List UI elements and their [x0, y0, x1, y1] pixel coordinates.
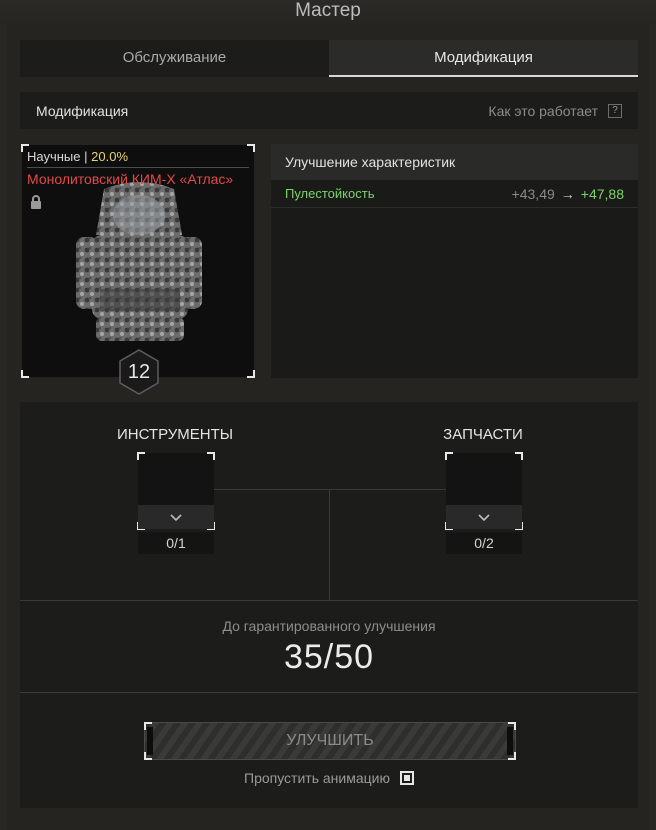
improve-button-label: УЛУЧШИТЬ: [286, 732, 374, 749]
how-it-works-link[interactable]: Как это работает ?: [488, 103, 622, 119]
stats-header: Улучшение характеристик: [271, 144, 638, 180]
stat-old-value: +43,49: [511, 185, 555, 202]
stats-panel: Улучшение характеристик Пулестойкость +4…: [271, 144, 638, 378]
skip-animation-label: Пропустить анимацию: [244, 770, 390, 786]
divider: [20, 692, 638, 693]
button-cap: [147, 727, 153, 755]
parts-title: ЗАПЧАСТИ: [443, 426, 523, 443]
tab-modification[interactable]: Модификация: [329, 40, 638, 77]
arrow-right-icon: →: [560, 185, 575, 202]
connector-line: [214, 489, 446, 490]
item-name: Монолитовский КИМ-Х «Атлас»: [27, 171, 234, 187]
slot-dropdown[interactable]: [446, 505, 522, 529]
category-separator: |: [84, 149, 88, 164]
item-level: 12: [127, 361, 151, 383]
frame-corner: [207, 452, 215, 460]
guarantee-label: До гарантированного улучшения: [222, 618, 436, 634]
tab-maintenance[interactable]: Обслуживание: [20, 40, 329, 77]
stat-row: Пулестойкость +43,49 → +47,88: [271, 180, 638, 208]
parts-count: 0/2: [446, 532, 522, 554]
connector-line: [329, 489, 330, 600]
slot-dropdown[interactable]: [138, 505, 214, 529]
frame-corner: [515, 452, 523, 460]
item-card[interactable]: Научные | 20.0% Монолитовский КИМ-Х «Атл…: [21, 144, 255, 395]
chevron-down-icon: [170, 514, 182, 522]
frame-corner: [247, 370, 255, 378]
item-category-percent: 20.0%: [91, 149, 129, 164]
how-it-works-label: Как это работает: [488, 102, 598, 119]
armor-suit-icon: [76, 182, 202, 341]
divider: [20, 600, 638, 601]
stat-new-value: +47,88: [580, 185, 624, 202]
tools-title: ИНСТРУМЕНТЫ: [116, 426, 234, 443]
lock-icon: [31, 195, 41, 209]
window-title: Мастер: [0, 0, 656, 24]
help-icon[interactable]: ?: [608, 103, 622, 118]
button-cap: [507, 727, 513, 755]
stat-name: Пулестойкость: [285, 186, 375, 201]
improve-button[interactable]: УЛУЧШИТЬ: [144, 722, 516, 760]
chevron-down-icon: [478, 514, 490, 522]
frame-corner: [21, 370, 29, 378]
parts-slot[interactable]: [445, 452, 523, 530]
checkbox-mark: [403, 775, 410, 781]
guarantee-value: 35/50: [283, 638, 375, 676]
frame-corner: [137, 452, 145, 460]
divider: [27, 167, 249, 168]
frame-corner: [445, 452, 453, 460]
item-category: Научные | 20.0%: [27, 149, 128, 164]
item-category-name: Научные: [27, 149, 81, 164]
frame-corner: [247, 144, 255, 152]
tab-bar: Обслуживание Модификация: [20, 40, 638, 77]
tools-count: 0/1: [138, 532, 214, 554]
stat-values: +43,49 → +47,88: [512, 186, 624, 202]
section-title: Модификация: [36, 102, 129, 119]
section-header: Модификация Как это работает ?: [20, 92, 638, 129]
tools-slot[interactable]: [137, 452, 215, 530]
upgrade-panel: ИНСТРУМЕНТЫ ЗАПЧАСТИ 0/1 0/2 До гарантир…: [20, 402, 638, 808]
skip-animation-row: Пропустить анимацию: [20, 770, 638, 786]
skip-animation-checkbox[interactable]: [399, 771, 414, 785]
